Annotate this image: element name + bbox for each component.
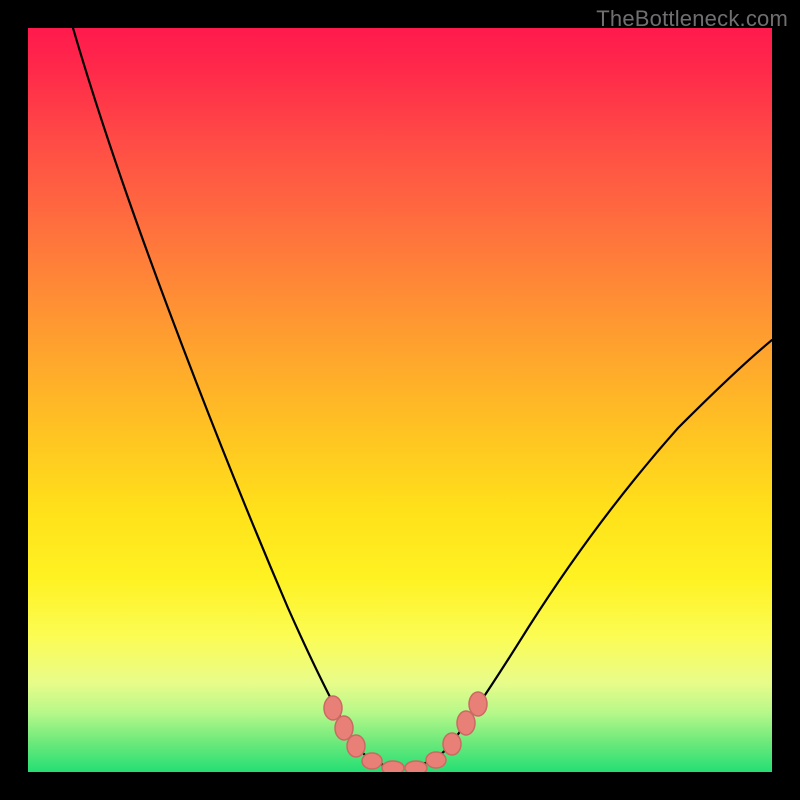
marker-point [382,761,404,772]
marker-point [426,752,446,768]
marker-point [362,753,382,769]
curve-left-branch [73,28,358,748]
marker-point [335,716,353,740]
chart-frame: TheBottleneck.com [0,0,800,800]
marker-point [457,711,475,735]
marker-point [324,696,342,720]
plot-area [28,28,772,772]
curve-layer [28,28,772,772]
curve-right-branch [448,340,772,748]
curve-valley [358,748,448,768]
marker-group [324,692,487,772]
marker-point [443,733,461,755]
watermark-text: TheBottleneck.com [596,6,788,32]
marker-point [347,735,365,757]
marker-point [469,692,487,716]
marker-point [405,761,427,772]
